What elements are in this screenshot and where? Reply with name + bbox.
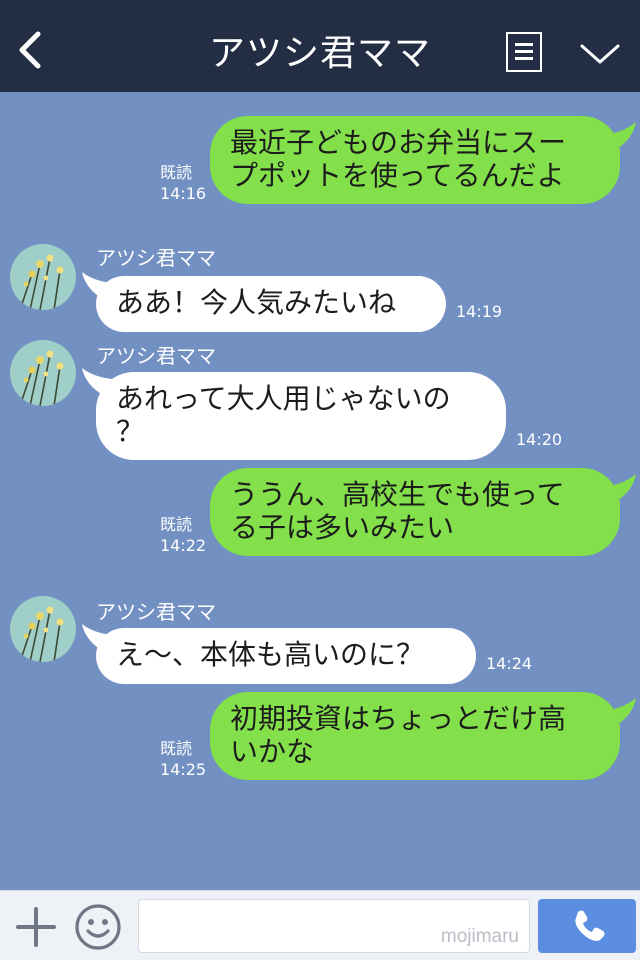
read-label: 既読: [160, 163, 193, 182]
watermark-text: mojimaru: [440, 926, 519, 947]
message-text-line: ううん、高校生でも使って: [230, 478, 565, 511]
notes-icon-line: [515, 50, 533, 53]
flower-avatar-icon: [10, 340, 76, 406]
plus-icon: [16, 907, 56, 947]
message-time: 14:19: [456, 302, 503, 321]
message-text-line: あれって大人用じゃないの: [116, 382, 451, 415]
my-message-bubble[interactable]: ううん、高校生でも使って る子は多いみたい: [210, 468, 620, 556]
message-time: 14:22: [160, 536, 207, 555]
avatar[interactable]: [10, 340, 76, 406]
read-meta: 既読 14:16: [160, 162, 206, 204]
message-text-line: ああ！今人気みたいね: [116, 286, 397, 319]
their-message-bubble[interactable]: あれって大人用じゃないの ？: [96, 372, 506, 460]
emoji-button[interactable]: [74, 903, 122, 951]
chat-title: アツシ君ママ: [208, 33, 431, 74]
add-attachment-button[interactable]: [14, 905, 58, 949]
message-text-line: プポットを使ってるんだよ: [230, 159, 565, 192]
avatar[interactable]: [10, 244, 76, 310]
message-text-line: 初期投資はちょっとだけ高: [230, 702, 567, 735]
message-time: 14:25: [160, 760, 207, 779]
chat-header: アツシ君ママ: [0, 0, 640, 92]
my-message-bubble[interactable]: 初期投資はちょっとだけ高 いかな: [210, 692, 620, 780]
sender-name: アツシ君ママ: [96, 344, 216, 368]
sender-name: アツシ君ママ: [96, 246, 216, 270]
expand-button[interactable]: [578, 40, 622, 66]
phone-icon: [575, 910, 605, 941]
their-message-bubble[interactable]: え～、本体も高いのに？: [96, 628, 476, 684]
message-time: 14:20: [516, 430, 563, 449]
my-message-bubble[interactable]: 最近子どものお弁当にスー プポットを使ってるんだよ: [210, 116, 620, 204]
message-time: 14:24: [486, 654, 533, 673]
avatar[interactable]: [10, 596, 76, 662]
notes-icon-line: [515, 43, 533, 46]
read-label: 既読: [160, 515, 193, 534]
chat-area[interactable]: 既読 14:16 最近子どものお弁当にスー プポットを使ってるんだよ アツシ君マ…: [0, 92, 640, 890]
message-text-line: え～、本体も高いのに？: [116, 638, 425, 671]
smiley-icon: [75, 904, 121, 950]
message-time: 14:16: [160, 184, 207, 203]
read-label: 既読: [160, 739, 193, 758]
chevron-down-icon: [580, 44, 620, 64]
read-meta: 既読 14:25: [160, 738, 206, 780]
message-text-line: ？: [116, 415, 145, 448]
message-input[interactable]: mojimaru: [138, 899, 530, 953]
sender-name: アツシ君ママ: [96, 600, 216, 624]
message-text-line: る子は多いみたい: [230, 511, 455, 544]
their-message-bubble[interactable]: ああ！今人気みたいね: [96, 276, 446, 332]
call-button[interactable]: [538, 899, 636, 953]
message-text-line: 最近子どものお弁当にスー: [230, 126, 567, 159]
flower-avatar-icon: [10, 596, 76, 662]
read-meta: 既読 14:22: [160, 514, 206, 556]
message-text-line: いかな: [230, 735, 315, 768]
notes-button[interactable]: [506, 32, 542, 72]
notes-icon-line: [515, 57, 533, 60]
flower-avatar-icon: [10, 244, 76, 310]
input-bar: mojimaru: [0, 890, 640, 960]
